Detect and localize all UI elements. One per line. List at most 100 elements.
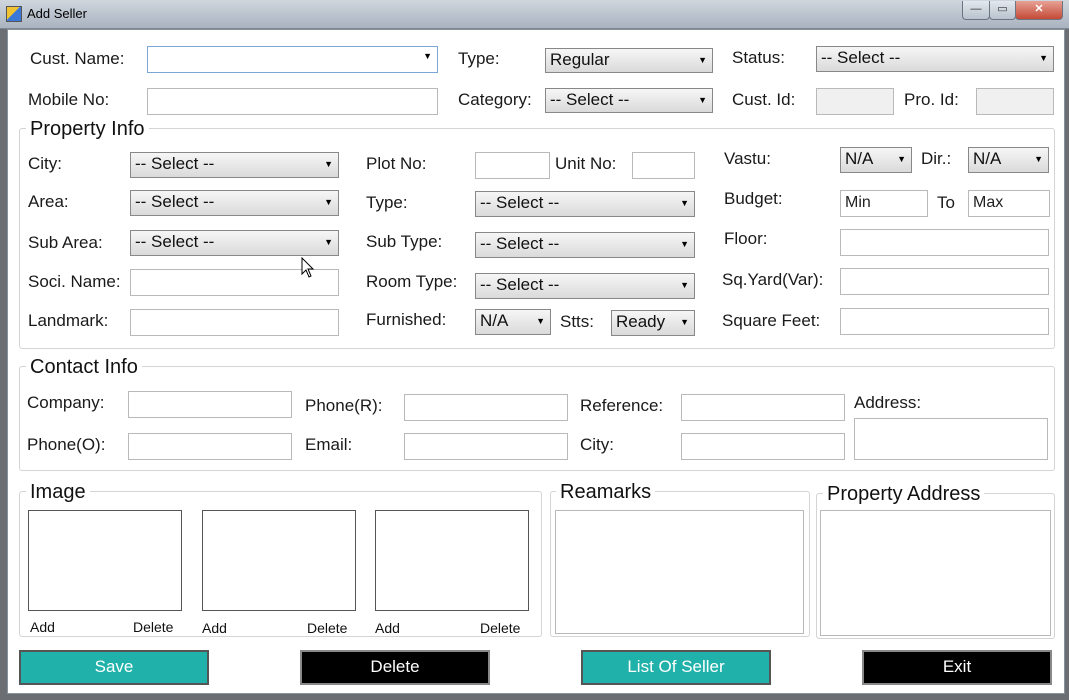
image-3-delete-link[interactable]: Delete [480,620,520,636]
furnished-value: N/A [480,311,509,330]
stts-select[interactable]: Ready ▼ [611,310,695,336]
chevron-down-icon: ▼ [1034,154,1043,164]
budget-label: Budget: [724,189,783,208]
type-label: Type: [458,49,500,68]
chevron-down-icon: ▼ [324,237,333,247]
plot-no-input[interactable] [475,152,550,179]
image-box-3[interactable] [375,510,529,611]
city-select[interactable]: -- Select -- ▼ [130,152,339,178]
phone-r-input[interactable] [404,394,568,421]
status-select[interactable]: -- Select -- ▼ [816,46,1054,72]
property-address-input[interactable] [820,510,1051,636]
sqfeet-label: Square Feet: [722,311,821,330]
stts-value: Ready [616,312,666,331]
cust-id-field [816,88,894,115]
phone-r-label: Phone(R): [305,396,383,415]
cust-id-label: Cust. Id: [732,90,796,109]
sqyard-input[interactable] [840,268,1049,295]
category-select[interactable]: -- Select -- ▼ [545,88,713,113]
image-box-2[interactable] [202,510,356,611]
subtype-value: -- Select -- [480,234,560,253]
chevron-down-icon: ▼ [680,317,689,327]
status-value: -- Select -- [821,48,901,67]
image-3-add-link[interactable]: Add [375,620,400,636]
furnished-label: Furnished: [366,310,447,329]
chevron-down-icon: ▼ [324,197,333,207]
unit-no-input[interactable] [632,152,695,179]
chevron-down-icon: ▼ [324,159,333,169]
vastu-select[interactable]: N/A ▼ [840,147,912,173]
property-address-title: Property Address [823,483,985,506]
vastu-label: Vastu: [724,149,771,168]
maximize-button[interactable]: ▭ [989,1,1016,20]
image-box-1[interactable] [28,510,182,611]
subtype-select[interactable]: -- Select -- ▼ [475,232,695,258]
cust-name-label: Cust. Name: [30,49,125,68]
chevron-down-icon: ▼ [680,239,689,249]
chevron-down-icon: ▼ [680,198,689,208]
image-2-delete-link[interactable]: Delete [307,620,347,636]
chevron-down-icon: ▼ [698,95,707,105]
subarea-value: -- Select -- [135,232,215,251]
room-type-label: Room Type: [366,272,458,291]
close-button[interactable]: ✕ [1015,1,1063,20]
sqyard-label: Sq.Yard(Var): [722,270,824,289]
image-2-add-link[interactable]: Add [202,620,227,636]
reference-input[interactable] [681,394,845,421]
cust-name-combo[interactable]: ▼ [147,46,438,73]
pro-id-field [976,88,1054,115]
dir-label: Dir.: [921,149,952,168]
image-1-add-link[interactable]: Add [30,619,55,635]
dir-value: N/A [973,149,1002,168]
address-input[interactable] [854,418,1048,460]
sqfeet-input[interactable] [840,308,1049,335]
dir-select[interactable]: N/A ▼ [968,147,1049,173]
budget-max-input[interactable]: Max [968,190,1050,217]
chevron-down-icon: ▼ [698,55,707,65]
subarea-select[interactable]: -- Select -- ▼ [130,230,339,256]
prop-type-select[interactable]: -- Select -- ▼ [475,191,695,217]
status-label: Status: [732,48,785,67]
budget-min-input[interactable]: Min [840,190,928,217]
furnished-select[interactable]: N/A ▼ [475,309,551,335]
type-select[interactable]: Regular ▼ [545,48,713,73]
image-1-delete-link[interactable]: Delete [133,619,173,635]
chevron-down-icon: ▼ [1039,53,1048,63]
contact-city-input[interactable] [681,433,845,460]
mobile-input[interactable] [147,88,438,115]
company-input[interactable] [128,391,292,418]
contact-info-title: Contact Info [26,356,142,379]
title-bar: Add Seller — ▭ ✕ [0,0,1069,29]
exit-button[interactable]: Exit [862,650,1052,685]
contact-city-label: City: [580,435,614,454]
type-value: Regular [550,50,610,69]
prop-type-value: -- Select -- [480,193,560,212]
mobile-label: Mobile No: [28,90,110,109]
phone-o-label: Phone(O): [27,435,106,454]
chevron-down-icon: ▼ [897,154,906,164]
budget-to-label: To [937,193,955,212]
stts-label: Stts: [560,312,595,331]
delete-button[interactable]: Delete [300,650,490,685]
area-select[interactable]: -- Select -- ▼ [130,190,339,216]
landmark-input[interactable] [130,309,339,336]
category-label: Category: [458,90,532,109]
mouse-pointer-icon [301,257,315,278]
city-label: City: [28,154,62,173]
room-type-select[interactable]: -- Select -- ▼ [475,273,695,299]
save-button[interactable]: Save [19,650,209,685]
plot-no-label: Plot No: [366,154,427,173]
minimize-button[interactable]: — [962,1,990,20]
city-value: -- Select -- [135,154,215,173]
soci-name-label: Soci. Name: [28,272,121,291]
phone-o-input[interactable] [128,433,292,460]
email-input[interactable] [404,433,568,460]
subtype-label: Sub Type: [366,232,443,251]
list-of-seller-button[interactable]: List Of Seller [581,650,771,685]
vastu-value: N/A [845,149,874,168]
pro-id-label: Pro. Id: [904,90,959,109]
room-type-value: -- Select -- [480,275,560,294]
floor-input[interactable] [840,229,1049,256]
address-label: Address: [854,393,922,412]
remarks-input[interactable] [555,510,804,634]
